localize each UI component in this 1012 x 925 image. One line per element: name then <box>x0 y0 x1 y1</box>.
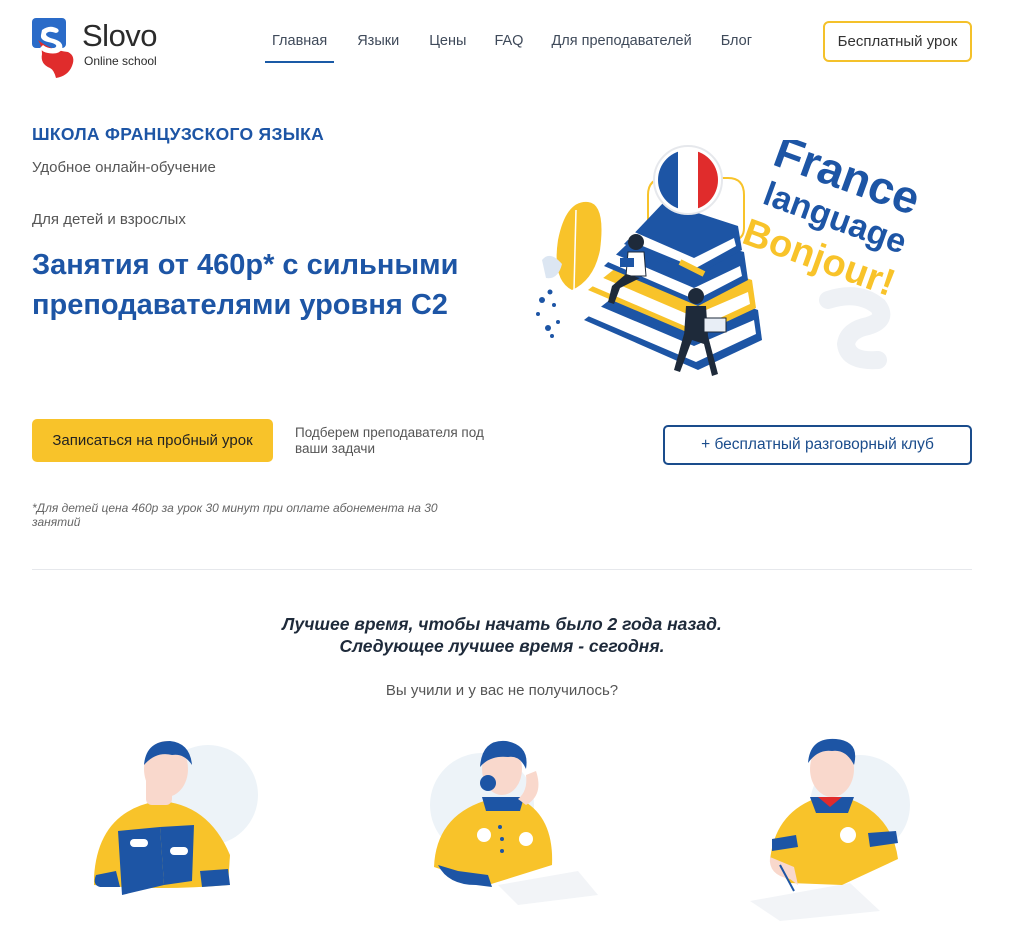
france-flag-icon <box>653 145 723 215</box>
hero-illustration: France language Bonjour! <box>528 125 958 390</box>
leaf-icon <box>542 201 602 291</box>
hero-subtitle: Удобное онлайн-обучение <box>32 159 216 176</box>
site-header: Slovo Online school Главная Языки Цены F… <box>0 0 1012 90</box>
logo[interactable]: Slovo Online school <box>32 18 192 80</box>
student-reading-illustration <box>90 735 270 925</box>
hero-audience: Для детей и взрослых <box>32 211 186 228</box>
conversation-club-button[interactable]: + бесплатный разговорный клуб <box>663 425 972 465</box>
section-question: Вы учили и у вас не получилось? <box>385 682 619 699</box>
nav-item-teachers[interactable]: Для преподавателей <box>551 33 691 63</box>
price-footnote: *Для детей цена 460р за урок 30 минут пр… <box>32 501 438 529</box>
section-divider <box>32 569 972 570</box>
quote-line-1: Лучшее время, чтобы начать было 2 года н… <box>282 614 722 634</box>
trial-lesson-button[interactable]: Записаться на пробный урок <box>32 419 273 462</box>
nav-item-faq[interactable]: FAQ <box>494 33 523 63</box>
free-lesson-button[interactable]: Бесплатный урок <box>823 21 972 62</box>
motivation-quote: Лучшее время, чтобы начать было 2 года н… <box>0 613 1004 657</box>
logo-icon <box>32 18 74 78</box>
quote-line-2: Следующее лучшее время - сегодня. <box>339 636 665 656</box>
nav-item-blog[interactable]: Блог <box>721 33 752 63</box>
logo-tagline: Online school <box>84 54 157 68</box>
school-heading: ШКОЛА ФРАНЦУЗСКОГО ЯЗЫКА <box>32 124 325 144</box>
nav-item-home[interactable]: Главная <box>264 33 335 63</box>
nav-item-prices[interactable]: Цены <box>429 33 466 63</box>
trial-note: Подберем преподавателя под ваши задачи <box>295 425 484 456</box>
books-stack-icon <box>584 202 762 370</box>
nav-item-languages[interactable]: Языки <box>357 33 399 63</box>
student-writing-illustration <box>750 735 930 925</box>
main-nav: Главная Языки Цены FAQ Для преподавателе… <box>264 33 752 63</box>
hero-title: Занятия от 460р* с сильными преподавател… <box>32 249 459 321</box>
student-thinking-illustration <box>428 735 608 925</box>
logo-name: Slovo <box>82 18 158 53</box>
